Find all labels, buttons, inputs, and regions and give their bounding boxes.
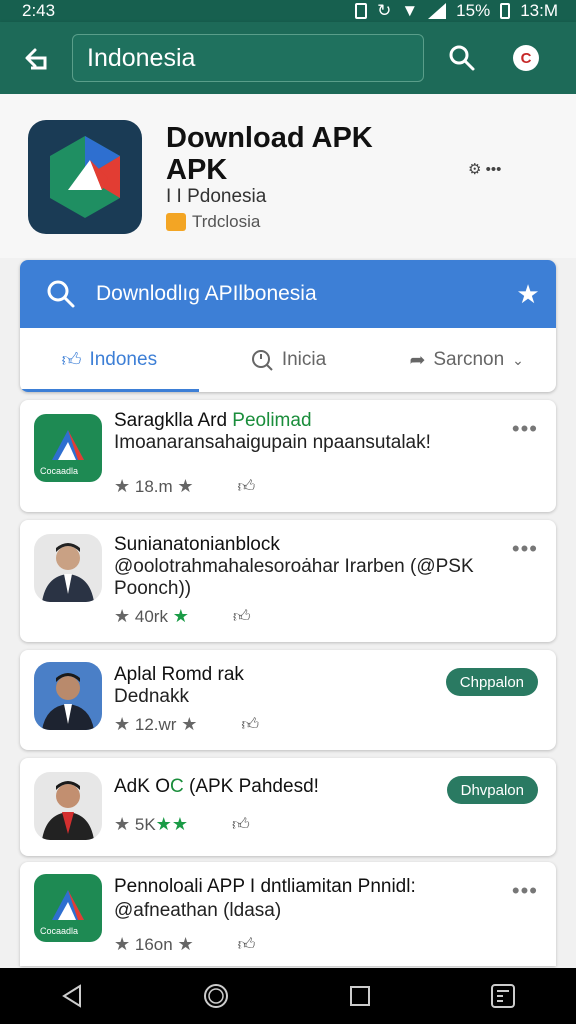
item-title-rest: (APK Pahdesd! — [183, 776, 319, 797]
clock-search-icon — [251, 350, 273, 371]
sync-icon: ↻ — [377, 1, 392, 20]
battery-icon — [500, 3, 511, 19]
thumbnail-caption: Cocaadla — [40, 926, 79, 936]
thumbnail-caption: Cocaadla — [40, 466, 79, 476]
more-options-button[interactable]: ••• — [512, 536, 538, 562]
green-star-icon: ★ — [155, 814, 172, 834]
star-icon: ★ — [114, 476, 131, 496]
star-icon: ★ — [177, 476, 194, 496]
more-options-button[interactable]: ••• — [512, 416, 538, 442]
like-icon[interactable]: 👍︎ — [238, 934, 256, 955]
status-bar: 2:43 ↻ ▼ 15% 13:M — [0, 0, 576, 22]
search-banner[interactable]: Downlodlıg APIlbonesia ★ — [20, 260, 556, 328]
avatar — [34, 662, 102, 730]
avatar — [34, 534, 102, 602]
search-button[interactable] — [430, 22, 494, 94]
item-stat: 5K — [134, 814, 156, 834]
search-card: Downlodlıg APIlbonesia ★ 👍︎ Indones Inic… — [20, 260, 556, 392]
brand-c-icon: C — [513, 45, 539, 71]
back-button[interactable] — [0, 22, 72, 94]
action-pill-button[interactable]: Chppalon — [445, 668, 538, 696]
back-icon — [25, 48, 47, 70]
tab-inicia[interactable]: Inicia — [199, 328, 378, 392]
star-icon: ★ — [177, 934, 194, 954]
like-icon[interactable]: 👍︎ — [238, 476, 256, 497]
star-icon: ★ — [114, 934, 131, 954]
profile-button[interactable]: C — [494, 22, 558, 94]
list-item[interactable]: Cocaadla Pennoloali APP I dntliamitan Pn… — [20, 862, 556, 966]
tab-indones[interactable]: 👍︎ Indones — [20, 328, 199, 392]
system-nav-bar — [0, 968, 576, 1024]
like-icon[interactable]: 👍︎ — [232, 814, 250, 835]
app-thumbnail: Cocaadla — [34, 874, 102, 942]
status-clock: 13:M — [520, 1, 558, 20]
sim-icon — [355, 3, 368, 19]
green-star-icon: ★ — [171, 814, 188, 834]
green-star-icon: ★ — [172, 606, 189, 626]
tab-sarcnon[interactable]: ➦ Sarcnon ⌄ — [377, 328, 556, 392]
wifi-icon: ▼ — [401, 1, 419, 20]
item-stat: 12.wr — [134, 714, 177, 734]
item-title: Pennoloali APP I dntliamitan Pnnidl: — [114, 876, 416, 897]
avatar — [34, 772, 102, 840]
search-icon — [449, 45, 475, 71]
app-header: Download APK APK I I Pdonesia Trdclosia … — [0, 94, 576, 258]
tab-bar: 👍︎ Indones Inicia ➦ Sarcnon ⌄ — [20, 328, 556, 392]
signal-icon — [428, 3, 447, 19]
app-subtitle: I I Pdonesia — [166, 186, 267, 207]
search-icon — [47, 280, 75, 308]
nav-back-icon[interactable] — [60, 984, 84, 1008]
like-icon[interactable]: 👍︎ — [233, 606, 251, 627]
more-options-button[interactable]: ••• — [512, 878, 538, 904]
app-thumbnail: Cocaadla — [34, 414, 102, 482]
item-description: Dednakk — [114, 686, 189, 707]
star-icon[interactable]: ★ — [500, 279, 556, 310]
status-time: 2:43 — [22, 1, 56, 20]
battery-text: 15% — [456, 1, 491, 20]
list-item[interactable]: Sunianatonianblock @oolotrahmahalesoroȧ… — [20, 520, 556, 642]
list-item[interactable]: Aplal Romd rak Dednakk ★ 12.wr ★ 👍︎ Chpp… — [20, 650, 556, 750]
share-icon: ➦ — [409, 349, 426, 371]
app-region: Trdclosia — [192, 212, 261, 231]
item-title: Sunianatonianblock — [114, 534, 280, 555]
list-item[interactable]: AdK OC (APK Pahdesd! ★ 5K ★ ★ 👍︎ Dhvpalo… — [20, 758, 556, 856]
chevron-down-icon: ⌄ — [512, 351, 524, 368]
star-icon: ★ — [114, 606, 131, 626]
item-title-highlight: Peolimad — [232, 410, 312, 431]
header-side-menu[interactable]: ⚙ ••• — [468, 160, 501, 178]
action-pill-button[interactable]: Dhvpalon — [446, 776, 538, 804]
item-description: @afneathan (ldasa) — [114, 900, 282, 921]
flag-icon — [166, 213, 186, 231]
star-icon: ★ — [181, 714, 198, 734]
nav-recents-icon[interactable] — [349, 985, 371, 1007]
nav-home-icon[interactable] — [203, 983, 229, 1009]
item-title-highlight: C — [169, 776, 184, 797]
nav-menu-icon[interactable] — [490, 983, 516, 1009]
star-icon: ★ — [114, 714, 131, 734]
item-description: Imoanaransahaigupain npaansutalak! — [114, 432, 431, 453]
like-icon[interactable]: 👍︎ — [241, 714, 259, 735]
item-description: @oolotrahmahalesoroȧhar Irarben (@PSK P… — [114, 556, 474, 599]
search-banner-text: Downlodlıg APIlbonesia — [96, 282, 317, 305]
search-input[interactable] — [87, 43, 423, 73]
search-field[interactable] — [72, 34, 424, 82]
app-logo — [28, 120, 142, 234]
app-title: Download APK APK — [166, 122, 373, 186]
item-stat: 18.m — [134, 476, 173, 496]
item-title: AdK O — [114, 776, 170, 797]
item-title: Aplal Romd rak — [114, 664, 244, 685]
item-stat: 40rk — [134, 606, 168, 626]
app-bar: C — [0, 22, 576, 94]
item-title: Saragklla Ard — [114, 410, 233, 431]
list-item[interactable]: Cocaadla Saragklla Ard Peolimad Imoanara… — [20, 400, 556, 512]
like-icon: 👍︎ — [61, 349, 82, 371]
item-stat: 16on — [134, 934, 173, 954]
star-icon: ★ — [114, 814, 131, 834]
